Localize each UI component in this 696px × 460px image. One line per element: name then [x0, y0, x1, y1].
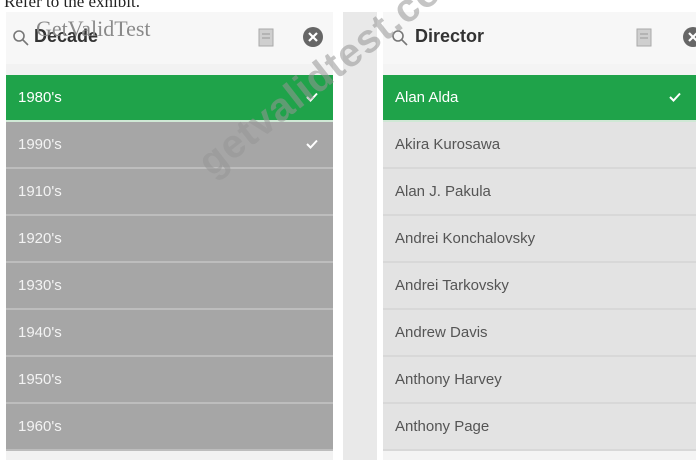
exhibit-caption: Refer to the exhibit. — [4, 0, 140, 11]
close-circle-icon[interactable] — [681, 25, 696, 49]
list-item[interactable]: 1950's — [6, 357, 333, 404]
list-item[interactable]: Andrew Davis — [383, 310, 696, 357]
list-item[interactable]: 1930's — [6, 263, 333, 310]
list-item[interactable]: Andrei Tarkovsky — [383, 263, 696, 310]
list-item-label: 1960's — [18, 418, 62, 435]
list-item-label: Alan J. Pakula — [395, 183, 491, 200]
checkmark-icon — [306, 139, 318, 149]
list-item[interactable]: 1920's — [6, 216, 333, 263]
pane-divider — [343, 12, 377, 460]
decade-header: Decade — [6, 12, 333, 64]
list-item[interactable]: 1960's — [6, 404, 333, 451]
checkmark-icon — [306, 92, 318, 102]
director-filter-pane: Director Alan Alda Akira Kurosawa Alan J. … — [383, 12, 696, 460]
list-item-label: Andrei Konchalovsky — [395, 230, 536, 247]
clipboard-icon[interactable] — [636, 28, 652, 47]
list-item[interactable]: 1980's — [6, 75, 333, 122]
list-item-label: Alan Alda — [395, 89, 459, 106]
list-item-label: Akira Kurosawa — [395, 136, 501, 153]
list-item[interactable]: Anthony Page — [383, 404, 696, 451]
search-icon[interactable] — [12, 29, 30, 47]
decade-filter-pane: Decade 1980's 1990's 1910's 1920's 1930's 194… — [6, 12, 333, 460]
list-item[interactable]: 1940's — [6, 310, 333, 357]
director-list: Alan Alda Akira Kurosawa Alan J. Pakula And… — [383, 75, 696, 451]
list-item[interactable]: Anthony Harvey — [383, 357, 696, 404]
decade-list: 1980's 1990's 1910's 1920's 1930's 1940's 1950… — [6, 75, 333, 451]
director-title: Director — [415, 26, 485, 46]
close-circle-icon[interactable] — [301, 25, 325, 49]
list-item-label: Anthony Page — [395, 418, 490, 435]
list-item-label: 1990's — [18, 136, 62, 153]
list-item-label: Andrew Davis — [395, 324, 488, 341]
list-item-label: Anthony Harvey — [395, 371, 502, 388]
list-item-label: 1940's — [18, 324, 62, 341]
list-item-label: 1930's — [18, 277, 62, 294]
list-item-label: 1980's — [18, 89, 62, 106]
decade-title: Decade — [34, 26, 99, 46]
list-item-label: 1950's — [18, 371, 62, 388]
list-item-label: Andrei Tarkovsky — [395, 277, 509, 294]
checkmark-icon — [669, 92, 681, 102]
search-icon[interactable] — [391, 29, 409, 47]
list-item-label: 1920's — [18, 230, 62, 247]
clipboard-icon[interactable] — [258, 28, 274, 47]
list-item[interactable]: 1910's — [6, 169, 333, 216]
list-item[interactable]: Alan Alda — [383, 75, 696, 122]
list-item[interactable]: Akira Kurosawa — [383, 122, 696, 169]
list-item[interactable]: Andrei Konchalovsky — [383, 216, 696, 263]
list-item-label: 1910's — [18, 183, 62, 200]
list-item[interactable]: 1990's — [6, 122, 333, 169]
list-item[interactable]: Alan J. Pakula — [383, 169, 696, 216]
director-header: Director — [383, 12, 696, 64]
